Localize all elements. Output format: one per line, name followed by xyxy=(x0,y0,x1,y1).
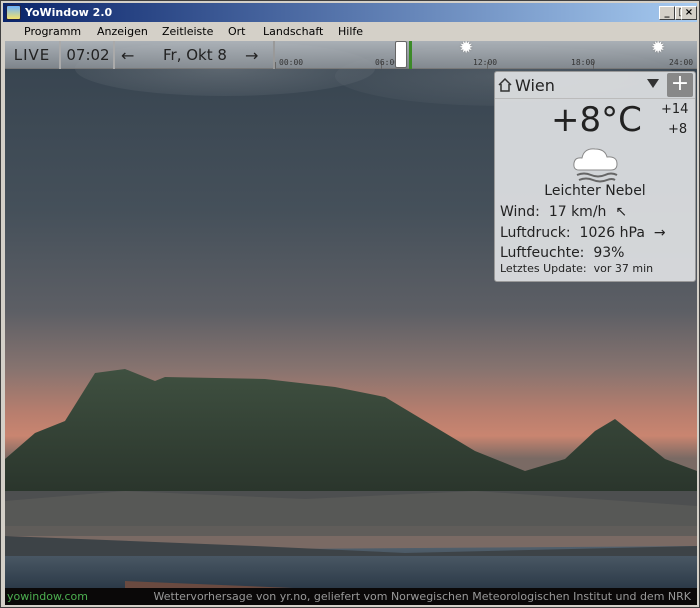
humidity-row: Luftfeuchte: 93% xyxy=(500,245,624,261)
previous-day-button[interactable]: ← xyxy=(121,46,134,65)
minimize-button[interactable]: _ xyxy=(659,6,675,20)
city-name[interactable]: Wien xyxy=(515,76,555,95)
tick-label: 24:00 xyxy=(669,58,694,67)
update-value: vor 37 min xyxy=(593,262,654,275)
location-header: Wien + xyxy=(495,72,695,99)
menu-zeitleiste[interactable]: Zeitleiste xyxy=(162,25,213,38)
app-window: YoWindow 2.0 _ □ × Programm Anzeigen Zei… xyxy=(0,0,700,608)
tick-mark xyxy=(275,62,276,69)
menu-ort[interactable]: Ort xyxy=(228,25,246,38)
tick-label: 12:00 xyxy=(473,58,498,67)
timeline-bar: LIVE 07:02 ← Fr, Okt 8 → 00:00 06:00 12:… xyxy=(5,41,697,69)
menu-anzeigen[interactable]: Anzeigen xyxy=(97,25,148,38)
last-update: Letztes Update: vor 37 min xyxy=(500,262,653,275)
temp-low: +8 xyxy=(668,122,688,137)
current-time: 07:02 xyxy=(63,41,115,69)
menu-landschaft[interactable]: Landschaft xyxy=(263,25,323,38)
update-label: Letztes Update: xyxy=(500,262,587,275)
add-location-button[interactable]: + xyxy=(667,73,693,97)
sun-icon: ✹ xyxy=(459,41,474,58)
chevron-down-icon[interactable] xyxy=(647,79,659,88)
weather-condition: Leichter Nebel xyxy=(544,183,646,199)
current-date: Fr, Okt 8 xyxy=(163,46,227,64)
forecast-credit[interactable]: Wettervorhersage von yr.no, geliefert vo… xyxy=(154,590,691,603)
wind-label: Wind: xyxy=(500,204,540,220)
pressure-label: Luftdruck: xyxy=(500,225,571,241)
pressure-value: 1026 hPa xyxy=(579,225,645,241)
menu-programm[interactable]: Programm xyxy=(24,25,81,38)
home-icon xyxy=(498,78,512,92)
wind-direction-icon: ↖ xyxy=(615,204,628,220)
pressure-row: Luftdruck: 1026 hPa → xyxy=(500,225,666,241)
temperature: +8°C xyxy=(551,100,642,140)
live-button[interactable]: LIVE xyxy=(5,41,61,69)
fog-cloud-icon xyxy=(573,148,618,183)
footer-bar: yowindow.com Wettervorhersage von yr.no,… xyxy=(5,588,697,605)
temp-high: +14 xyxy=(661,102,689,117)
weather-scene: LIVE 07:02 ← Fr, Okt 8 → 00:00 06:00 12:… xyxy=(5,41,697,605)
tick-label: 18:00 xyxy=(571,58,596,67)
wind-value: 17 km/h xyxy=(548,204,607,220)
pressure-trend-icon: → xyxy=(653,225,666,241)
window-title: YoWindow 2.0 xyxy=(25,6,113,19)
menu-bar: Programm Anzeigen Zeitleiste Ort Landsch… xyxy=(3,22,697,41)
tick-label: 00:00 xyxy=(279,58,304,67)
weather-panel: Wien + +8°C +14 +8 Leichter Nebel Wind: … xyxy=(494,71,696,282)
app-icon xyxy=(6,5,21,20)
menu-hilfe[interactable]: Hilfe xyxy=(338,25,363,38)
title-bar[interactable]: YoWindow 2.0 _ □ xyxy=(3,3,697,22)
humidity-value: 93% xyxy=(593,245,625,261)
timeline-handle[interactable] xyxy=(395,41,407,68)
timeline-track[interactable]: 00:00 06:00 12:00 18:00 24:00 ✹ ✹ xyxy=(273,41,697,69)
humidity-label: Luftfeuchte: xyxy=(500,245,585,261)
landscape-image xyxy=(5,369,697,588)
next-day-button[interactable]: → xyxy=(245,46,258,65)
website-link[interactable]: yowindow.com xyxy=(7,590,88,603)
close-button[interactable]: × xyxy=(681,6,697,20)
sun-cloud-icon: ✹ xyxy=(651,41,666,58)
timeline-current-marker xyxy=(409,41,412,69)
wind-row: Wind: 17 km/h ↖ xyxy=(500,204,627,220)
